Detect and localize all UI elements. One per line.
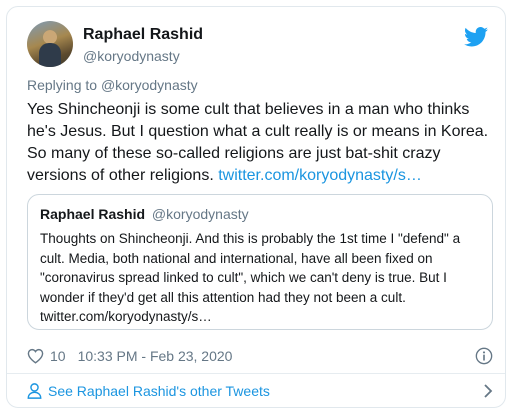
divider [7, 373, 505, 374]
avatar[interactable] [27, 21, 73, 67]
twitter-bird-icon[interactable] [464, 27, 488, 47]
embedded-tweet-card: Raphael Rashid @koryodynasty Replying to… [6, 6, 506, 408]
tweet-text: Yes Shincheonji is some cult that believ… [27, 99, 495, 187]
tweet-meta: 10 10:33 PM - Feb 23, 2020 [27, 346, 495, 366]
replying-to-handle[interactable]: @koryodynasty [101, 77, 198, 93]
quoted-tweet-header: Raphael Rashid @koryodynasty [40, 206, 480, 223]
like-count[interactable]: 10 [50, 348, 66, 364]
quoted-tweet-text: Thoughts on Shincheonji. And this is pro… [40, 231, 461, 324]
chevron-right-icon[interactable] [483, 384, 493, 398]
quoted-author-handle: @koryodynasty [151, 206, 249, 222]
author-name[interactable]: Raphael Rashid [83, 26, 203, 44]
info-icon[interactable] [475, 347, 493, 365]
replying-to: Replying to @koryodynasty [27, 77, 198, 93]
person-icon [27, 383, 42, 399]
tweet-link[interactable]: twitter.com/koryodynasty/s… [218, 167, 422, 184]
see-other-tweets-link[interactable]: See Raphael Rashid's other Tweets [27, 380, 495, 402]
quoted-author-name: Raphael Rashid [40, 206, 146, 222]
replying-to-prefix: Replying to [27, 77, 101, 93]
quoted-tweet[interactable]: Raphael Rashid @koryodynasty Thoughts on… [27, 194, 493, 330]
author-handle[interactable]: @koryodynasty [83, 48, 180, 64]
heart-icon[interactable] [27, 348, 44, 364]
see-other-tweets-label[interactable]: See Raphael Rashid's other Tweets [48, 383, 270, 399]
timestamp[interactable]: 10:33 PM - Feb 23, 2020 [78, 348, 233, 364]
